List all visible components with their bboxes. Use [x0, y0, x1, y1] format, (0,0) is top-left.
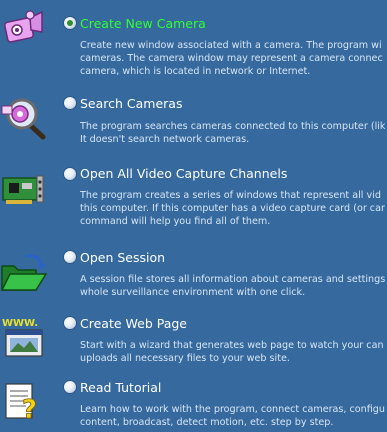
description-line: cameras. The camera window may represent… [80, 53, 383, 64]
description-line: The program searches cameras connected t… [80, 121, 386, 132]
open-all-video-capture-channels-description: The program creates a series of windows … [80, 189, 385, 228]
read-tutorial-title[interactable]: Read Tutorial [80, 380, 161, 395]
menu-item-create-new-camera[interactable]: Create New Camera Create new window asso… [0, 0, 387, 84]
create-new-camera-description: Create new window associated with a came… [80, 39, 383, 78]
description-line: Create new window associated with a came… [80, 40, 382, 51]
capture-card-icon [0, 166, 48, 212]
description-line: command will help you find all of them. [80, 216, 271, 227]
magnifier-icon [0, 94, 48, 140]
tutorial-icon: ? [0, 378, 48, 424]
radio-create-web-page[interactable] [64, 317, 76, 329]
description-line: Learn how to work with the program, conn… [80, 404, 385, 415]
open-all-video-capture-channels-title[interactable]: Open All Video Capture Channels [80, 166, 287, 181]
radio-open-all-video-capture-channels[interactable] [64, 168, 76, 180]
description-line: It doesn't search network cameras. [80, 134, 250, 145]
menu-item-create-web-page[interactable]: WWW. Create Web Page Start with a wizard… [0, 310, 387, 370]
folder-open-icon [0, 250, 48, 296]
radio-open-session[interactable] [64, 251, 76, 263]
search-cameras-description: The program searches cameras connected t… [80, 120, 385, 146]
create-web-page-title[interactable]: Create Web Page [80, 316, 187, 331]
tutorial-icon-text: ? [22, 395, 37, 424]
menu-item-open-all-video-capture-channels[interactable]: Open All Video Capture Channels The prog… [0, 160, 387, 240]
description-line: uploads all necessary files to your web … [80, 353, 290, 364]
description-line: The program creates a series of windows … [80, 190, 381, 201]
description-line: Start with a wizard that generates web p… [80, 340, 384, 351]
description-line: content, broadcast, detect motion, etc. … [80, 417, 334, 428]
description-line: camera, which is located in network or I… [80, 66, 311, 77]
open-session-description: A session file stores all information ab… [80, 273, 385, 299]
radio-create-new-camera[interactable] [64, 17, 76, 29]
camera-icon [0, 6, 48, 52]
read-tutorial-description: Learn how to work with the program, conn… [80, 403, 385, 429]
menu-item-search-cameras[interactable]: Search Cameras The program searches came… [0, 88, 387, 158]
create-new-camera-title[interactable]: Create New Camera [80, 16, 206, 31]
create-web-page-description: Start with a wizard that generates web p… [80, 339, 384, 365]
menu-item-open-session[interactable]: Open Session A session file stores all i… [0, 242, 387, 306]
description-line: A session file stores all information ab… [80, 274, 386, 285]
web-page-icon-text: WWW. [2, 318, 38, 329]
open-session-title[interactable]: Open Session [80, 250, 165, 265]
search-cameras-title[interactable]: Search Cameras [80, 96, 182, 111]
description-line: whole surveillance environment with one … [80, 287, 306, 298]
description-line: this computer. If this computer has a vi… [80, 203, 385, 214]
radio-search-cameras[interactable] [64, 97, 76, 109]
web-page-icon: WWW. [0, 316, 48, 362]
menu-item-read-tutorial[interactable]: ? Read Tutorial Learn how to work with t… [0, 374, 387, 432]
radio-read-tutorial[interactable] [64, 381, 76, 393]
